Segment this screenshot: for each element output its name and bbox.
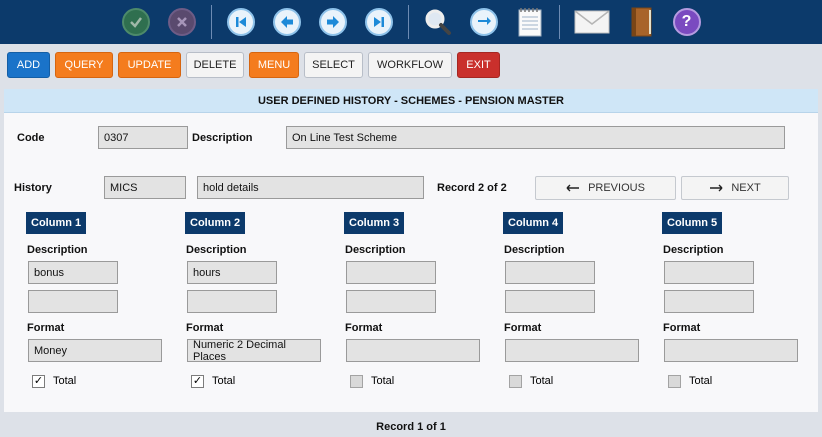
column-3-total-label: Total xyxy=(371,375,395,387)
column-3-total-checkbox[interactable] xyxy=(350,375,363,388)
delete-button[interactable]: DELETE xyxy=(186,52,244,78)
column-1-description-label: Description xyxy=(27,244,88,256)
column-3-format-label: Format xyxy=(345,322,383,334)
column-3-description-field-2[interactable] xyxy=(346,290,436,313)
column-1-header: Column 1 xyxy=(26,212,87,234)
select-button[interactable]: SELECT xyxy=(304,52,363,78)
cancel-icon[interactable] xyxy=(167,7,197,37)
history-label: History xyxy=(14,182,52,194)
exit-button[interactable]: EXIT xyxy=(457,52,500,78)
column-5-description-field-2[interactable] xyxy=(664,290,754,313)
check-icon[interactable] xyxy=(121,7,151,37)
next-record-icon[interactable] xyxy=(318,7,348,37)
code-field[interactable]: 0307 xyxy=(98,126,188,149)
help-icon[interactable]: ? xyxy=(672,7,702,37)
toolbar-divider xyxy=(407,5,409,39)
action-bar: ADD QUERY UPDATE DELETE MENU SELECT WORK… xyxy=(7,52,500,78)
column-2-description-field-2[interactable] xyxy=(187,290,277,313)
column-1-format-label: Format xyxy=(27,322,65,334)
code-label: Code xyxy=(17,132,45,144)
column-4-description-field[interactable] xyxy=(505,261,595,284)
refresh-icon[interactable] xyxy=(469,7,499,37)
mail-icon[interactable] xyxy=(574,7,610,37)
description-label: Description xyxy=(192,132,253,144)
column-2-description-label: Description xyxy=(186,244,247,256)
previous-button[interactable]: PREVIOUS xyxy=(535,176,676,200)
book-icon[interactable] xyxy=(626,7,656,37)
previous-record-icon[interactable] xyxy=(272,7,302,37)
column-4-format-label: Format xyxy=(504,322,542,334)
toolbar-divider xyxy=(210,5,212,39)
column-4-total-checkbox[interactable] xyxy=(509,375,522,388)
first-record-icon[interactable] xyxy=(226,7,256,37)
column-5-format-label: Format xyxy=(663,322,701,334)
search-icon[interactable] xyxy=(423,7,453,37)
column-2-format-label: Format xyxy=(186,322,224,334)
footer-record-counter: Record 1 of 1 xyxy=(376,420,446,433)
update-button[interactable]: UPDATE xyxy=(118,52,181,78)
arrow-left-icon xyxy=(566,184,580,192)
column-2-description-field[interactable]: hours xyxy=(187,261,277,284)
column-5-total-label: Total xyxy=(689,375,713,387)
column-2-total-checkbox[interactable]: ✓ xyxy=(191,375,204,388)
column-5-header: Column 5 xyxy=(662,212,723,234)
arrow-right-icon xyxy=(710,184,723,192)
description-field[interactable]: On Line Test Scheme xyxy=(286,126,785,149)
column-5-total-checkbox[interactable] xyxy=(668,375,681,388)
query-button[interactable]: QUERY xyxy=(55,52,113,78)
column-1-total-checkbox[interactable]: ✓ xyxy=(32,375,45,388)
column-4-header: Column 4 xyxy=(503,212,564,234)
notepad-icon[interactable] xyxy=(515,7,545,37)
column-1-description-field[interactable]: bonus xyxy=(28,261,118,284)
record-counter: Record 2 of 2 xyxy=(437,182,507,194)
menu-button[interactable]: MENU xyxy=(249,52,299,78)
last-record-icon[interactable] xyxy=(364,7,394,37)
column-5-description-label: Description xyxy=(663,244,724,256)
column-1-total-label: Total xyxy=(53,375,77,387)
column-3-description-field[interactable] xyxy=(346,261,436,284)
column-5-format-select[interactable] xyxy=(664,339,798,362)
toolbar-divider xyxy=(558,5,560,39)
main-panel: USER DEFINED HISTORY - SCHEMES - PENSION… xyxy=(4,89,818,412)
previous-label: PREVIOUS xyxy=(588,182,645,194)
column-1-format-select[interactable]: Money xyxy=(28,339,162,362)
page-title: USER DEFINED HISTORY - SCHEMES - PENSION… xyxy=(4,89,818,113)
column-4-description-label: Description xyxy=(504,244,565,256)
column-3-header: Column 3 xyxy=(344,212,405,234)
column-4-total-label: Total xyxy=(530,375,554,387)
column-1-description-field-2[interactable] xyxy=(28,290,118,313)
next-button[interactable]: NEXT xyxy=(681,176,789,200)
column-2-total-label: Total xyxy=(212,375,236,387)
column-2-format-select[interactable]: Numeric 2 Decimal Places xyxy=(187,339,321,363)
column-2-header: Column 2 xyxy=(185,212,246,234)
column-3-description-label: Description xyxy=(345,244,406,256)
history-code-field[interactable]: MICS xyxy=(104,176,186,199)
column-3-format-select[interactable] xyxy=(346,339,480,362)
column-5-description-field[interactable] xyxy=(664,261,754,284)
add-button[interactable]: ADD xyxy=(7,52,50,78)
top-toolbar: ? xyxy=(0,0,822,44)
column-4-format-select[interactable] xyxy=(505,339,639,362)
column-4-description-field-2[interactable] xyxy=(505,290,595,313)
history-description-field[interactable]: hold details xyxy=(197,176,424,199)
workflow-button[interactable]: WORKFLOW xyxy=(368,52,452,78)
next-label: NEXT xyxy=(731,182,761,194)
